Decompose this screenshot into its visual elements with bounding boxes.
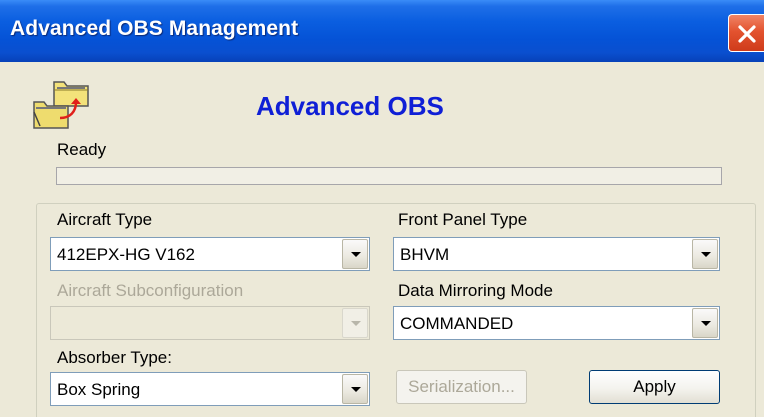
front-panel-type-value: BHVM bbox=[400, 245, 450, 264]
absorber-type-dropdown-button[interactable] bbox=[342, 374, 368, 404]
front-panel-type-select[interactable]: BHVM bbox=[393, 237, 720, 271]
window-title: Advanced OBS Management bbox=[10, 17, 299, 40]
aircraft-type-value: 412EPX-HG V162 bbox=[57, 245, 195, 264]
aircraft-type-label: Aircraft Type bbox=[57, 210, 153, 229]
close-icon bbox=[738, 25, 756, 43]
chevron-down-icon bbox=[351, 387, 361, 392]
folder-transfer-icon bbox=[30, 72, 94, 141]
aircraft-type-dropdown-button[interactable] bbox=[342, 239, 368, 269]
absorber-type-value: Box Spring bbox=[57, 380, 141, 399]
front-panel-type-label: Front Panel Type bbox=[398, 210, 528, 229]
aircraft-subconfiguration-label: Aircraft Subconfiguration bbox=[57, 281, 244, 300]
aircraft-subconfiguration-dropdown-button[interactable] bbox=[342, 308, 368, 338]
close-button[interactable] bbox=[728, 14, 764, 52]
progress-bar bbox=[56, 167, 722, 185]
title-bar[interactable]: Advanced OBS Management bbox=[0, 0, 764, 62]
page-heading: Advanced OBS bbox=[256, 91, 444, 121]
chevron-down-icon bbox=[701, 252, 711, 257]
dialog-window: Advanced OBS Management Advanced OBS Rea… bbox=[0, 0, 764, 417]
aircraft-subconfiguration-select[interactable] bbox=[50, 306, 370, 340]
aircraft-type-select[interactable]: 412EPX-HG V162 bbox=[50, 237, 370, 271]
serialization-button[interactable]: Serialization... bbox=[396, 370, 527, 404]
data-mirroring-mode-value: COMMANDED bbox=[400, 314, 514, 333]
absorber-type-select[interactable]: Box Spring bbox=[50, 372, 370, 406]
chevron-down-icon bbox=[351, 252, 361, 257]
data-mirroring-mode-select[interactable]: COMMANDED bbox=[393, 306, 720, 340]
chevron-down-icon bbox=[701, 321, 711, 326]
apply-button[interactable]: Apply bbox=[589, 370, 720, 404]
status-text: Ready bbox=[57, 140, 107, 159]
data-mirroring-mode-dropdown-button[interactable] bbox=[692, 308, 718, 338]
absorber-type-label: Absorber Type: bbox=[57, 348, 172, 367]
chevron-down-icon bbox=[351, 321, 361, 326]
front-panel-type-dropdown-button[interactable] bbox=[692, 239, 718, 269]
data-mirroring-mode-label: Data Mirroring Mode bbox=[398, 281, 553, 300]
